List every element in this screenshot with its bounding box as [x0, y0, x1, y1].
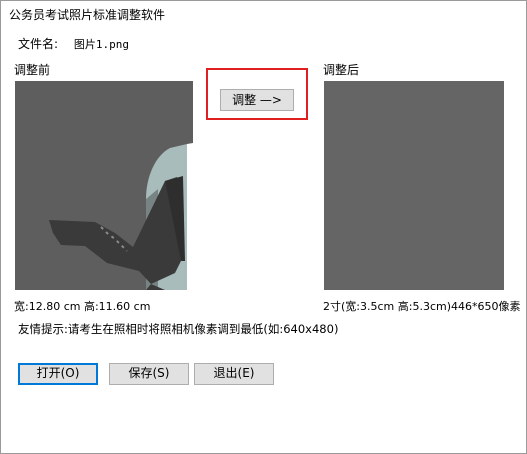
before-label: 调整前 [14, 63, 51, 77]
exit-button[interactable]: 退出(E) [194, 363, 274, 385]
after-label: 调整后 [323, 63, 360, 77]
before-image [15, 81, 193, 290]
save-button[interactable]: 保存(S) [109, 363, 189, 385]
adjust-button[interactable]: 调整 —> [220, 89, 294, 111]
app-window: 公务员考试照片标准调整软件 文件名: 图片1.png 调整前 调整后 调整 —>… [0, 0, 527, 454]
before-dimensions: 宽:12.80 cm 高:11.60 cm [14, 300, 151, 313]
file-name-label: 文件名: [18, 37, 59, 51]
open-button[interactable]: 打开(O) [18, 363, 98, 385]
after-image [324, 81, 504, 290]
window-title: 公务员考试照片标准调整软件 [9, 8, 166, 22]
file-row: 文件名: 图片1.png [18, 35, 129, 52]
after-dimensions: 2寸(宽:3.5cm 高:5.3cm)446*650像素 [323, 300, 521, 313]
adjust-highlight: 调整 —> [206, 68, 308, 120]
source-photo-graphic [15, 81, 193, 290]
file-name-value: 图片1.png [73, 38, 129, 51]
tip-text: 友情提示:请考生在照相时将照相机像素调到最低(如:640x480) [18, 322, 339, 336]
